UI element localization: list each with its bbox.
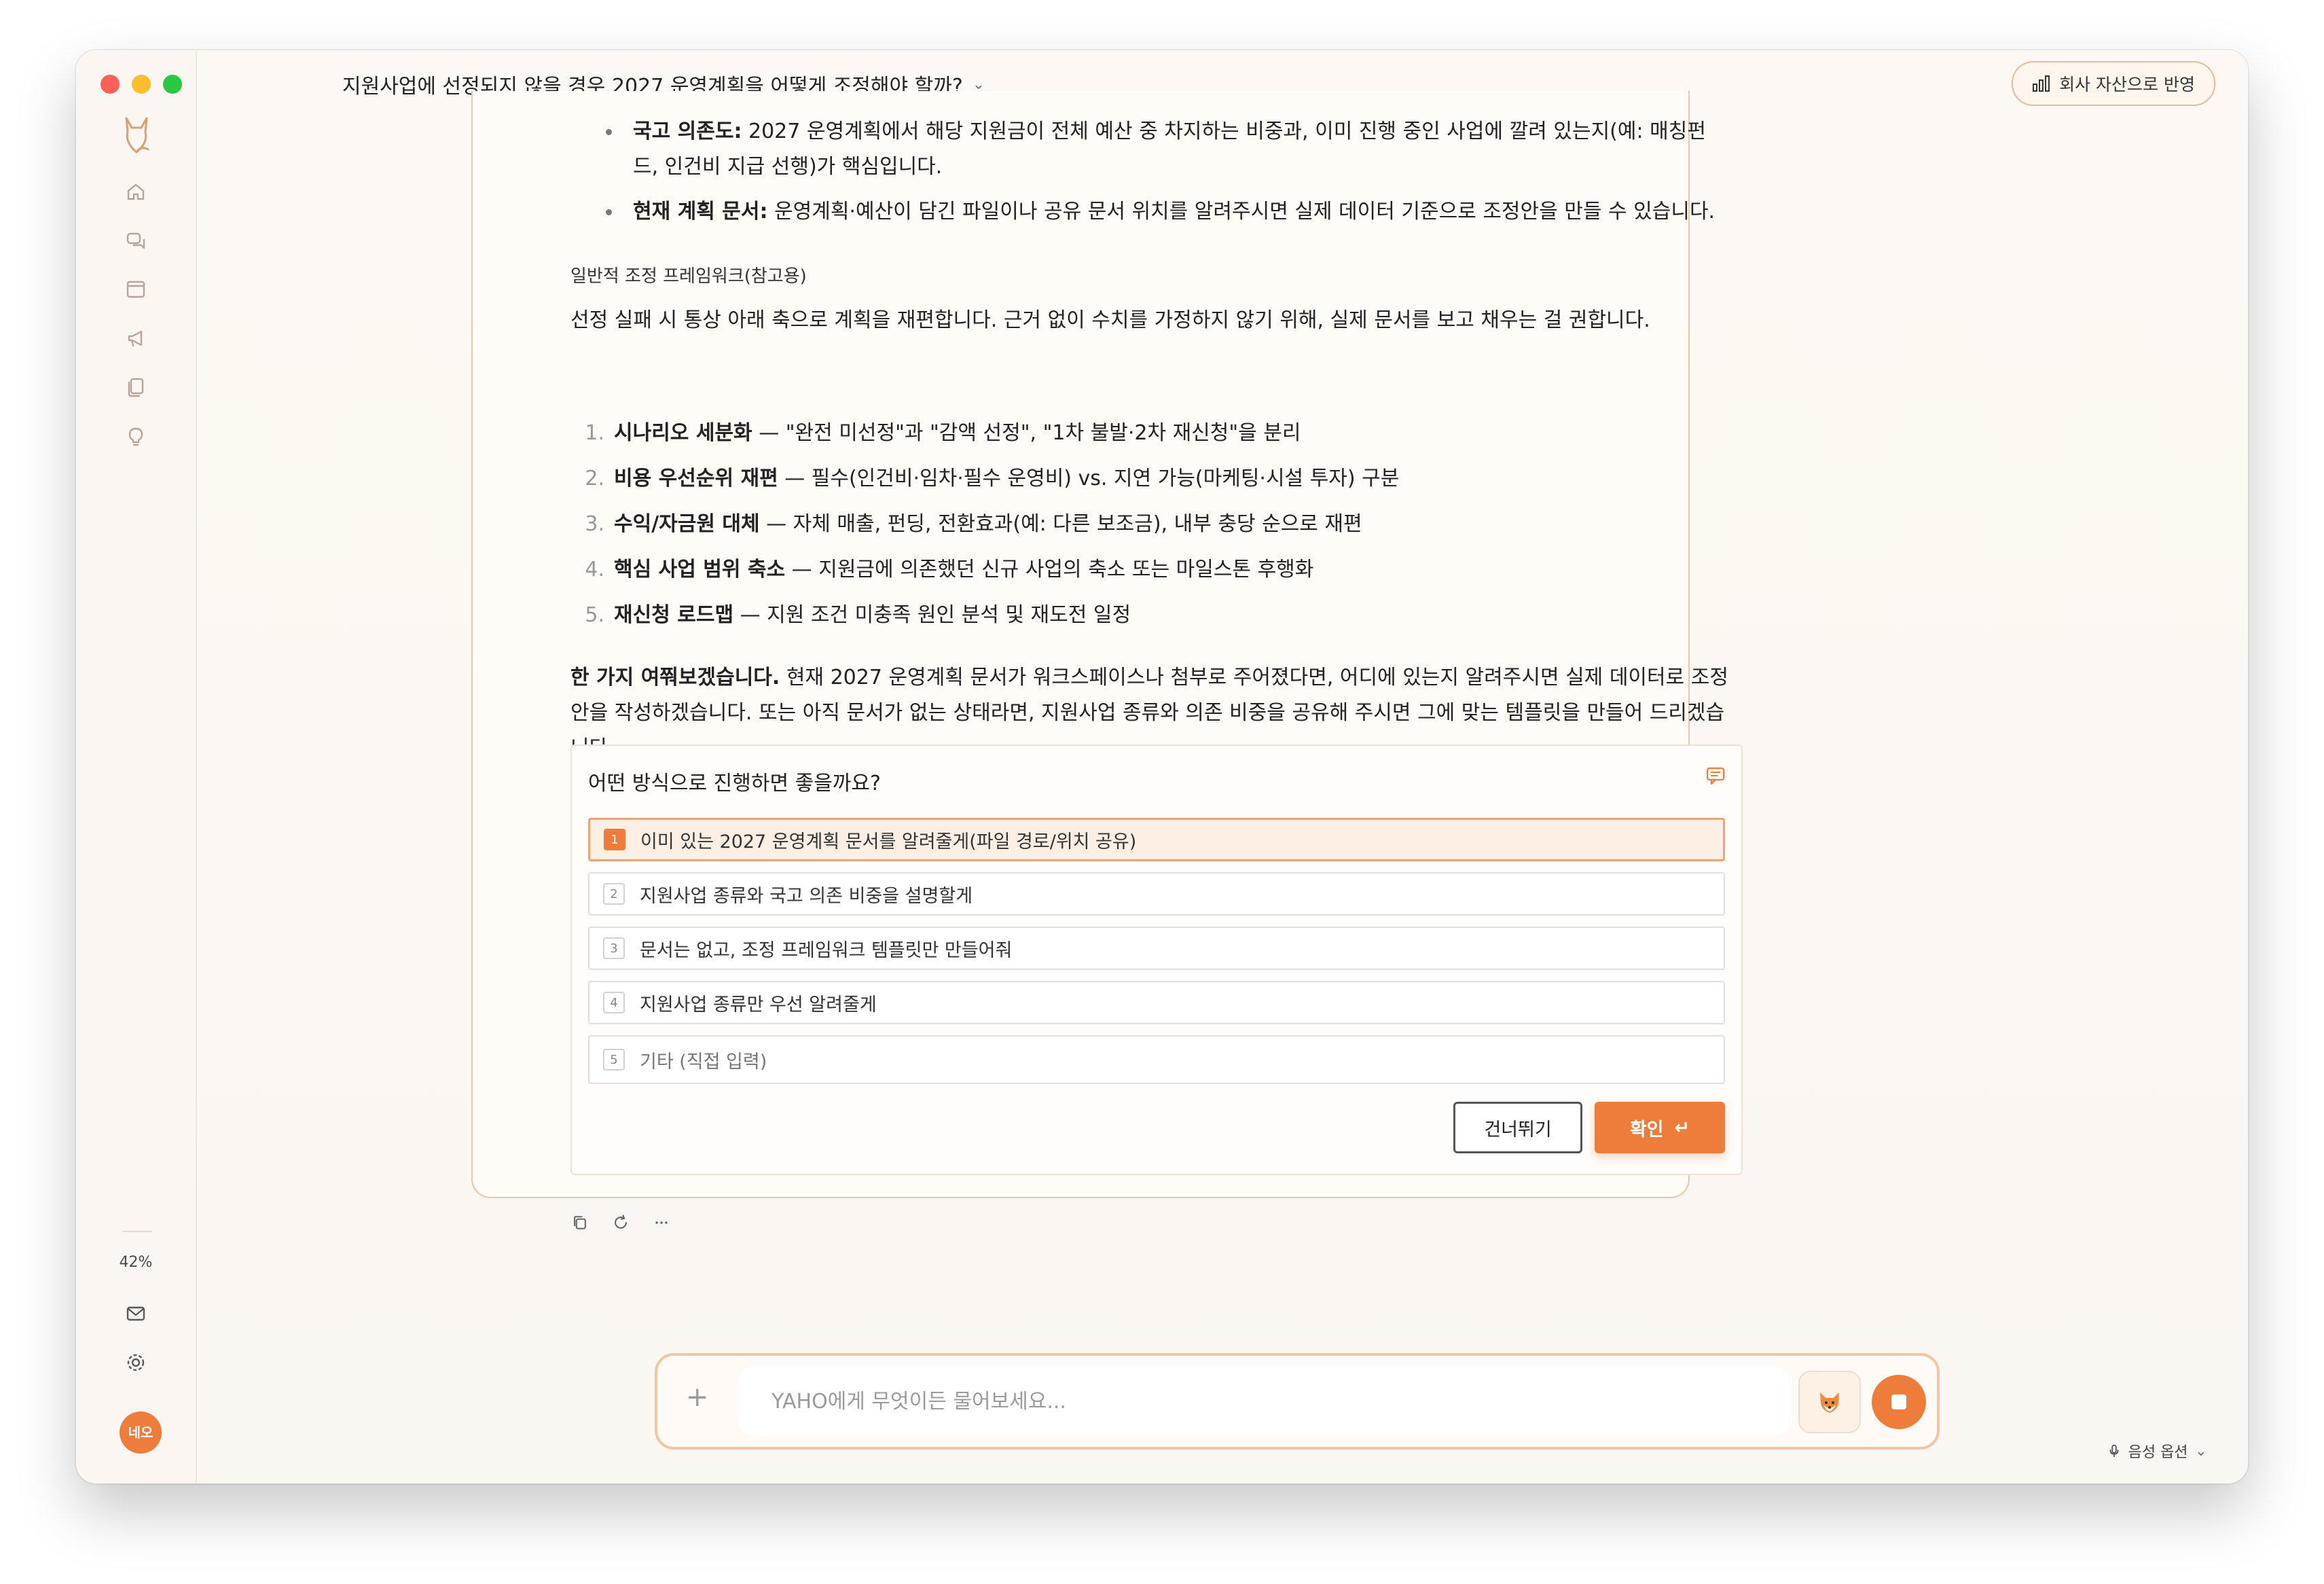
chevron-down-icon: ⌄ <box>2194 1442 2207 1460</box>
step-number: 3. <box>585 512 604 536</box>
option-number: 4 <box>603 992 625 1013</box>
fox-logo-icon <box>121 115 152 156</box>
step-number: 5. <box>585 603 604 627</box>
chat-icon[interactable] <box>124 228 148 253</box>
option-number: 1 <box>604 829 625 850</box>
chat-input[interactable] <box>739 1367 1789 1436</box>
list-item: 4. 핵심 사업 범위 축소 — 지원금에 의존했던 신규 사업의 축소 또는 마… <box>570 552 1732 598</box>
option-4[interactable]: 4 지원사업 종류만 우선 알려줄게 <box>588 981 1725 1024</box>
bullet-text: 2027 운영계획에서 해당 지원금이 전체 예산 중 차지하는 비중과, 이미… <box>633 120 1706 179</box>
zoom-window-button[interactable] <box>163 75 182 94</box>
step-text: — "완전 미선정"과 "감액 선정", "1차 불발·2차 재신청"을 분리 <box>752 421 1301 445</box>
copy-icon[interactable] <box>569 1212 591 1234</box>
step-title: 핵심 사업 범위 축소 <box>614 558 786 581</box>
list-item: 5. 재신청 로드맵 — 지원 조건 미충족 원인 분석 및 재도전 일정 <box>570 598 1732 643</box>
step-title: 시나리오 세분화 <box>614 421 752 445</box>
fox-face-icon <box>1820 1392 1839 1413</box>
sidebar: 42% 네오 <box>76 50 197 1483</box>
option-number: 3 <box>603 937 625 959</box>
option-label: 지원사업 종류만 우선 알려줄게 <box>640 994 877 1015</box>
settings-gear-icon[interactable] <box>124 1350 148 1375</box>
section-heading: 일반적 조정 프레임워크(참고용) <box>570 266 807 287</box>
app-window: 42% 네오 지원사업에 선정되지 않을 경우 2027 운영계획을 어떻게 조… <box>76 50 2248 1483</box>
step-title: 수익/자금원 대체 <box>614 512 760 536</box>
fox-agent-button[interactable] <box>1798 1371 1861 1433</box>
confirm-label: 확인 <box>1629 1119 1664 1140</box>
steps-list: 1. 시나리오 세분화 — "완전 미선정"과 "감액 선정", "1차 불발·2… <box>570 416 1732 643</box>
reflect-label: 회사 자산으로 반영 <box>2059 75 2195 94</box>
microphone-icon <box>2109 1444 2119 1458</box>
mail-icon[interactable] <box>124 1301 148 1326</box>
stop-icon <box>1891 1394 1906 1409</box>
option-label: 지원사업 종류와 국고 의존 비중을 설명할게 <box>640 885 973 907</box>
question-title: 어떤 방식으로 진행하면 좋을까요? <box>588 772 881 795</box>
browser-icon[interactable] <box>124 277 148 302</box>
composer: + <box>655 1353 1940 1450</box>
step-title: 비용 우선순위 재편 <box>614 467 778 490</box>
minimize-window-button[interactable] <box>132 75 151 94</box>
option-label: 문서는 없고, 조정 프레임워크 템플릿만 만들어줘 <box>640 939 1013 961</box>
closing-bold: 한 가지 여쭤보겠습니다. <box>570 666 780 689</box>
reflect-to-company-assets-button[interactable]: 회사 자산으로 반영 <box>2012 61 2215 106</box>
bar-chart-icon <box>2033 75 2050 92</box>
voice-options[interactable]: 음성 옵션 ⌄ <box>2107 1440 2207 1462</box>
step-title: 재신청 로드맵 <box>614 603 734 627</box>
sidebar-divider <box>122 1231 152 1232</box>
documents-icon[interactable] <box>124 375 148 399</box>
option-2[interactable]: 2 지원사업 종류와 국고 의존 비중을 설명할게 <box>588 872 1725 916</box>
question-panel: 어떤 방식으로 진행하면 좋을까요? 1 이미 있는 2027 운영계획 문서를… <box>570 744 1743 1175</box>
megaphone-icon[interactable] <box>124 326 148 350</box>
step-text: — 지원금에 의존했던 신규 사업의 축소 또는 마일스톤 후행화 <box>785 558 1314 581</box>
intro-paragraph: 선정 실패 시 통상 아래 축으로 계획을 재편합니다. 근거 없이 수치를 가… <box>570 308 1650 332</box>
stop-generation-button[interactable] <box>1872 1375 1926 1429</box>
step-text: — 자체 매출, 펀딩, 전환효과(예: 다른 보조금), 내부 충당 순으로 … <box>759 512 1362 536</box>
bullet-item: 국고 의존도: 2027 운영계획에서 해당 지원금이 전체 예산 중 차지하는… <box>589 114 1730 185</box>
list-item: 2. 비용 우선순위 재편 — 필수(인건비·임차·필수 운영비) vs. 지연 … <box>570 461 1732 507</box>
option-5-custom-input[interactable]: 5 기타 (직접 입력) <box>588 1035 1725 1084</box>
option-3[interactable]: 3 문서는 없고, 조정 프레임워크 템플릿만 만들어줘 <box>588 926 1725 970</box>
list-item: 3. 수익/자금원 대체 — 자체 매출, 펀딩, 전환효과(예: 다른 보조금)… <box>570 507 1732 552</box>
step-text: — 지원 조건 미충족 원인 분석 및 재도전 일정 <box>733 603 1131 627</box>
user-avatar[interactable]: 네오 <box>120 1411 162 1454</box>
home-icon[interactable] <box>124 179 148 204</box>
option-number: 5 <box>603 1049 625 1070</box>
step-text: — 필수(인건비·임차·필수 운영비) vs. 지연 가능(마케팅·시설 투자)… <box>778 467 1400 490</box>
attach-plus-icon[interactable]: + <box>686 1382 709 1413</box>
confirm-button[interactable]: 확인 ↵ <box>1595 1102 1725 1153</box>
step-number: 2. <box>585 467 604 490</box>
option-label: 이미 있는 2027 운영계획 문서를 알려줄게(파일 경로/위치 공유) <box>640 831 1137 852</box>
list-item: 1. 시나리오 세분화 — "완전 미선정"과 "감액 선정", "1차 불발·2… <box>570 416 1732 461</box>
voice-options-label: 음성 옵션 <box>2128 1444 2188 1461</box>
bullet-text: 운영계획·예산이 담긴 파일이나 공유 문서 위치를 알려주시면 실제 데이터 … <box>767 200 1715 223</box>
bullet-item: 현재 계획 문서: 운영계획·예산이 담긴 파일이나 공유 문서 위치를 알려주… <box>589 194 1730 230</box>
lightbulb-icon[interactable] <box>124 424 148 448</box>
bullet-bold: 국고 의존도: <box>633 120 742 143</box>
comment-list-icon[interactable] <box>1705 765 1726 787</box>
step-number: 1. <box>585 421 604 445</box>
chevron-down-icon: ⌄ <box>972 75 985 93</box>
message-actions <box>569 1212 672 1234</box>
option-label: 기타 (직접 입력) <box>640 1051 767 1073</box>
more-options-icon[interactable] <box>651 1212 672 1234</box>
enter-key-icon: ↵ <box>1674 1117 1690 1138</box>
step-number: 4. <box>585 558 604 581</box>
option-number: 2 <box>603 883 625 905</box>
regenerate-icon[interactable] <box>610 1212 632 1234</box>
skip-button[interactable]: 건너뛰기 <box>1453 1102 1582 1153</box>
bullet-bold: 현재 계획 문서: <box>633 200 768 223</box>
option-1[interactable]: 1 이미 있는 2027 운영계획 문서를 알려줄게(파일 경로/위치 공유) <box>588 818 1725 861</box>
zoom-level: 42% <box>119 1254 153 1271</box>
close-window-button[interactable] <box>101 75 120 94</box>
